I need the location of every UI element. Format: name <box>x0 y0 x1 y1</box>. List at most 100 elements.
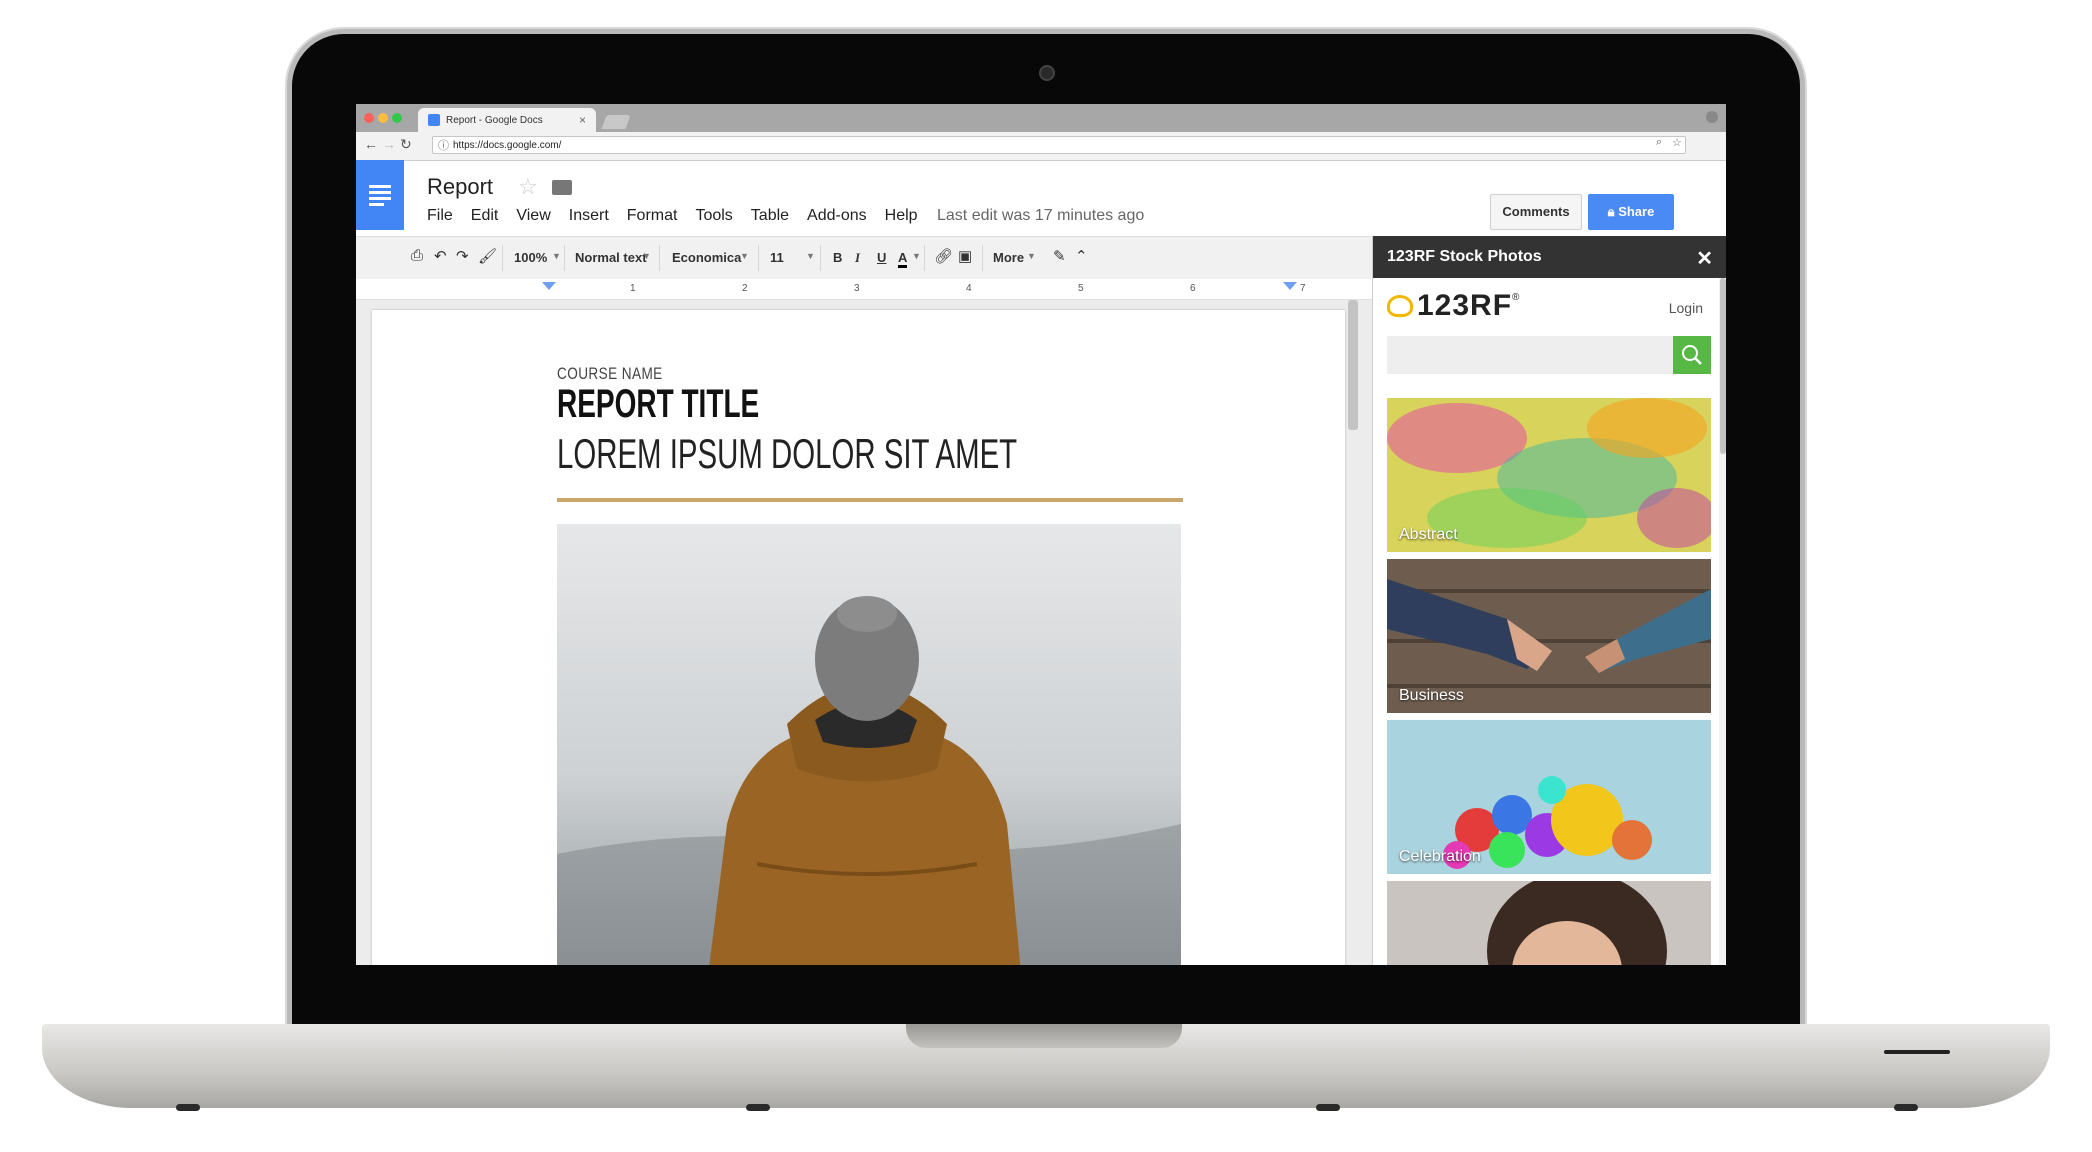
document-scrollbar[interactable] <box>1348 300 1358 430</box>
chevron-down-icon: ▼ <box>912 251 921 261</box>
style-select[interactable]: Normal text <box>575 250 647 265</box>
screen: Report - Google Docs × ← → ↻ ⓘ https://d… <box>356 104 1726 965</box>
registered-mark: ® <box>1512 292 1520 303</box>
chevron-down-icon: ▼ <box>642 251 651 261</box>
panel-title: 123RF Stock Photos <box>1387 248 1542 265</box>
category-portrait[interactable] <box>1387 881 1711 965</box>
window-close-icon[interactable] <box>364 113 374 123</box>
laptop-foot <box>1316 1104 1340 1111</box>
back-icon[interactable]: ← <box>364 136 378 152</box>
123rf-logo-icon <box>1387 295 1413 317</box>
print-icon[interactable]: ⎙ <box>411 247 423 264</box>
chevron-down-icon: ▼ <box>740 251 749 261</box>
document-page[interactable]: COURSE NAME REPORT TITLE LOREM IPSUM DOL… <box>372 310 1345 965</box>
left-indent-marker[interactable] <box>542 282 556 290</box>
close-icon[interactable]: ✕ <box>1696 246 1713 271</box>
logo-text: 123RF <box>1417 289 1513 322</box>
paint-format-icon[interactable]: 🖌︎ <box>478 247 497 265</box>
address-bar-row: ← → ↻ ⓘ https://docs.google.com/ ⌕ ☆ <box>356 132 1726 161</box>
right-indent-marker[interactable] <box>1283 282 1297 290</box>
redo-icon[interactable]: ↷ <box>456 247 469 265</box>
report-subtitle[interactable]: LOREM IPSUM DOLOR SIT AMET <box>557 430 1017 478</box>
star-icon[interactable]: ☆ <box>518 174 538 200</box>
comment-icon[interactable]: ▣ <box>958 247 972 265</box>
zoom-icon[interactable]: ⌕ <box>1656 136 1662 149</box>
menu-view[interactable]: View <box>516 207 550 225</box>
text-color-button[interactable]: A <box>898 250 908 268</box>
tab-title: Report - Google Docs <box>446 114 543 126</box>
document-title[interactable]: Report <box>427 174 493 200</box>
menu-format[interactable]: Format <box>627 207 678 225</box>
underline-button[interactable]: U <box>877 250 886 265</box>
category-label: Celebration <box>1399 848 1481 865</box>
search-icon <box>1682 345 1702 365</box>
cover-photo[interactable] <box>557 524 1181 965</box>
zoom-select[interactable]: 100% <box>514 250 547 265</box>
panel-scrollbar[interactable] <box>1719 278 1726 965</box>
document-canvas[interactable]: COURSE NAME REPORT TITLE LOREM IPSUM DOL… <box>356 300 1372 965</box>
menu-tools[interactable]: Tools <box>695 207 732 225</box>
ruler-tick: 1 <box>630 283 636 294</box>
ruler-tick: 4 <box>966 283 972 294</box>
ruler-tick: 7 <box>1300 283 1306 294</box>
menu-insert[interactable]: Insert <box>569 207 609 225</box>
window-zoom-icon[interactable] <box>392 113 402 123</box>
search-input[interactable] <box>1387 336 1673 374</box>
bookmark-star-icon[interactable]: ☆ <box>1672 136 1682 149</box>
menu-help[interactable]: Help <box>885 207 918 225</box>
category-abstract[interactable]: Abstract <box>1387 398 1711 552</box>
last-edit-status[interactable]: Last edit was 17 minutes ago <box>937 207 1144 225</box>
portrait-thumbnail <box>1387 881 1711 965</box>
hiker-illustration <box>557 524 1181 965</box>
report-title[interactable]: REPORT TITLE <box>557 382 759 427</box>
share-button[interactable]: 🔒︎ Share <box>1588 194 1674 230</box>
undo-icon[interactable]: ↶ <box>434 247 447 265</box>
link-icon[interactable]: 🔗︎ <box>934 247 953 265</box>
window-minimize-icon[interactable] <box>378 113 388 123</box>
italic-button[interactable]: I <box>855 250 860 266</box>
collapse-chevron-icon[interactable]: ⌃ <box>1075 247 1088 265</box>
browser-tab[interactable]: Report - Google Docs × <box>418 108 596 132</box>
ruler: 1 2 3 4 5 6 7 <box>356 279 1372 300</box>
share-label: Share <box>1618 204 1655 219</box>
laptop-foot <box>176 1104 200 1111</box>
menu-edit[interactable]: Edit <box>471 207 499 225</box>
font-size-select[interactable]: 11 <box>770 250 784 265</box>
ruler-tick: 3 <box>854 283 860 294</box>
menu-file[interactable]: File <box>427 207 453 225</box>
bold-button[interactable]: B <box>833 250 842 265</box>
folder-icon[interactable] <box>552 180 572 195</box>
123rf-logo[interactable]: 123RF ® <box>1387 289 1520 322</box>
category-business[interactable]: Business <box>1387 559 1711 713</box>
edit-mode-pencil-icon[interactable]: ✎ <box>1053 247 1066 265</box>
menu-addons[interactable]: Add-ons <box>807 207 867 225</box>
search-button[interactable] <box>1673 336 1711 374</box>
comments-button[interactable]: Comments <box>1490 194 1582 230</box>
laptop-indicator <box>1884 1050 1950 1054</box>
url-input[interactable]: ⓘ https://docs.google.com/ <box>432 136 1686 154</box>
url-text: https://docs.google.com/ <box>453 140 562 151</box>
font-select[interactable]: Economica <box>672 250 741 265</box>
reload-icon[interactable]: ↻ <box>400 136 412 153</box>
stock-photos-panel: 123RF Stock Photos ✕ 123RF ® Login Abstr… <box>1372 236 1726 965</box>
login-link[interactable]: Login <box>1669 300 1703 316</box>
tab-close-icon[interactable]: × <box>579 113 586 127</box>
ruler-tick: 5 <box>1078 283 1084 294</box>
ruler-tick: 6 <box>1190 283 1196 294</box>
new-tab-button[interactable] <box>601 115 631 129</box>
formatting-toolbar: ⎙ ↶ ↷ 🖌︎ 100% ▼ Normal text ▼ Economica … <box>356 236 1372 280</box>
category-label: Business <box>1399 687 1464 704</box>
chevron-down-icon: ▼ <box>1027 251 1036 261</box>
forward-icon[interactable]: → <box>382 136 396 152</box>
menu-bar: File Edit View Insert Format Tools Table… <box>427 207 918 225</box>
category-celebration[interactable]: Celebration <box>1387 720 1711 874</box>
ruler-tick: 2 <box>742 283 748 294</box>
profile-icon[interactable] <box>1706 111 1718 123</box>
chevron-down-icon: ▼ <box>552 251 561 261</box>
more-button[interactable]: More <box>993 250 1024 265</box>
menu-table[interactable]: Table <box>751 207 789 225</box>
course-name[interactable]: COURSE NAME <box>557 364 663 384</box>
browser-tabbar: Report - Google Docs × <box>356 104 1726 132</box>
docs-logo-icon[interactable] <box>356 160 404 230</box>
title-divider <box>557 498 1183 502</box>
